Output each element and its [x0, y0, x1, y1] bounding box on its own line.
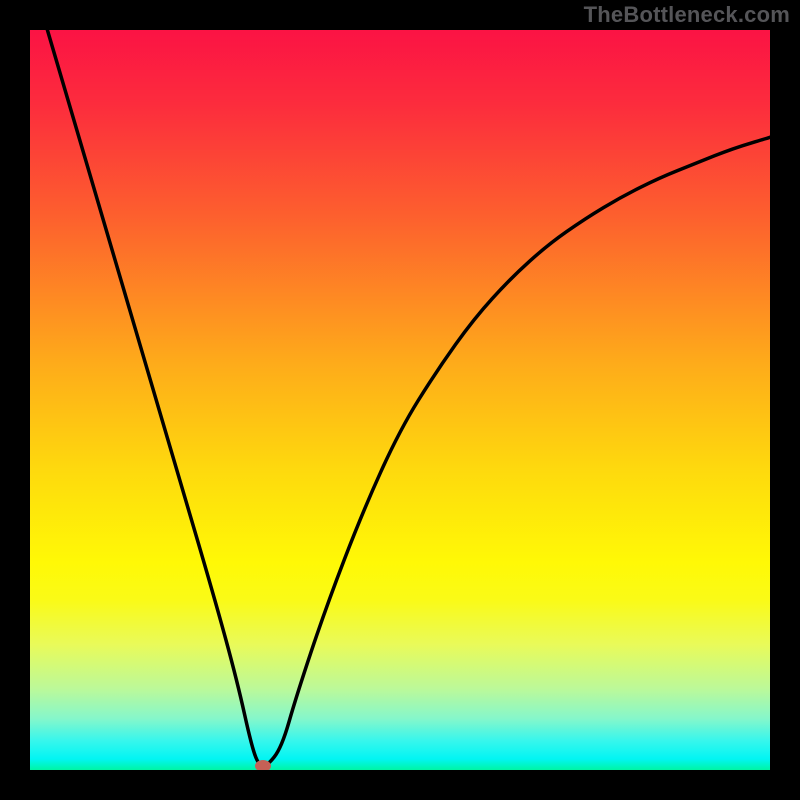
optimal-point-marker [255, 760, 271, 770]
plot-area [30, 30, 770, 770]
curve-path [30, 30, 770, 766]
bottleneck-curve [30, 30, 770, 770]
watermark-text: TheBottleneck.com [584, 2, 790, 28]
chart-frame: TheBottleneck.com [0, 0, 800, 800]
